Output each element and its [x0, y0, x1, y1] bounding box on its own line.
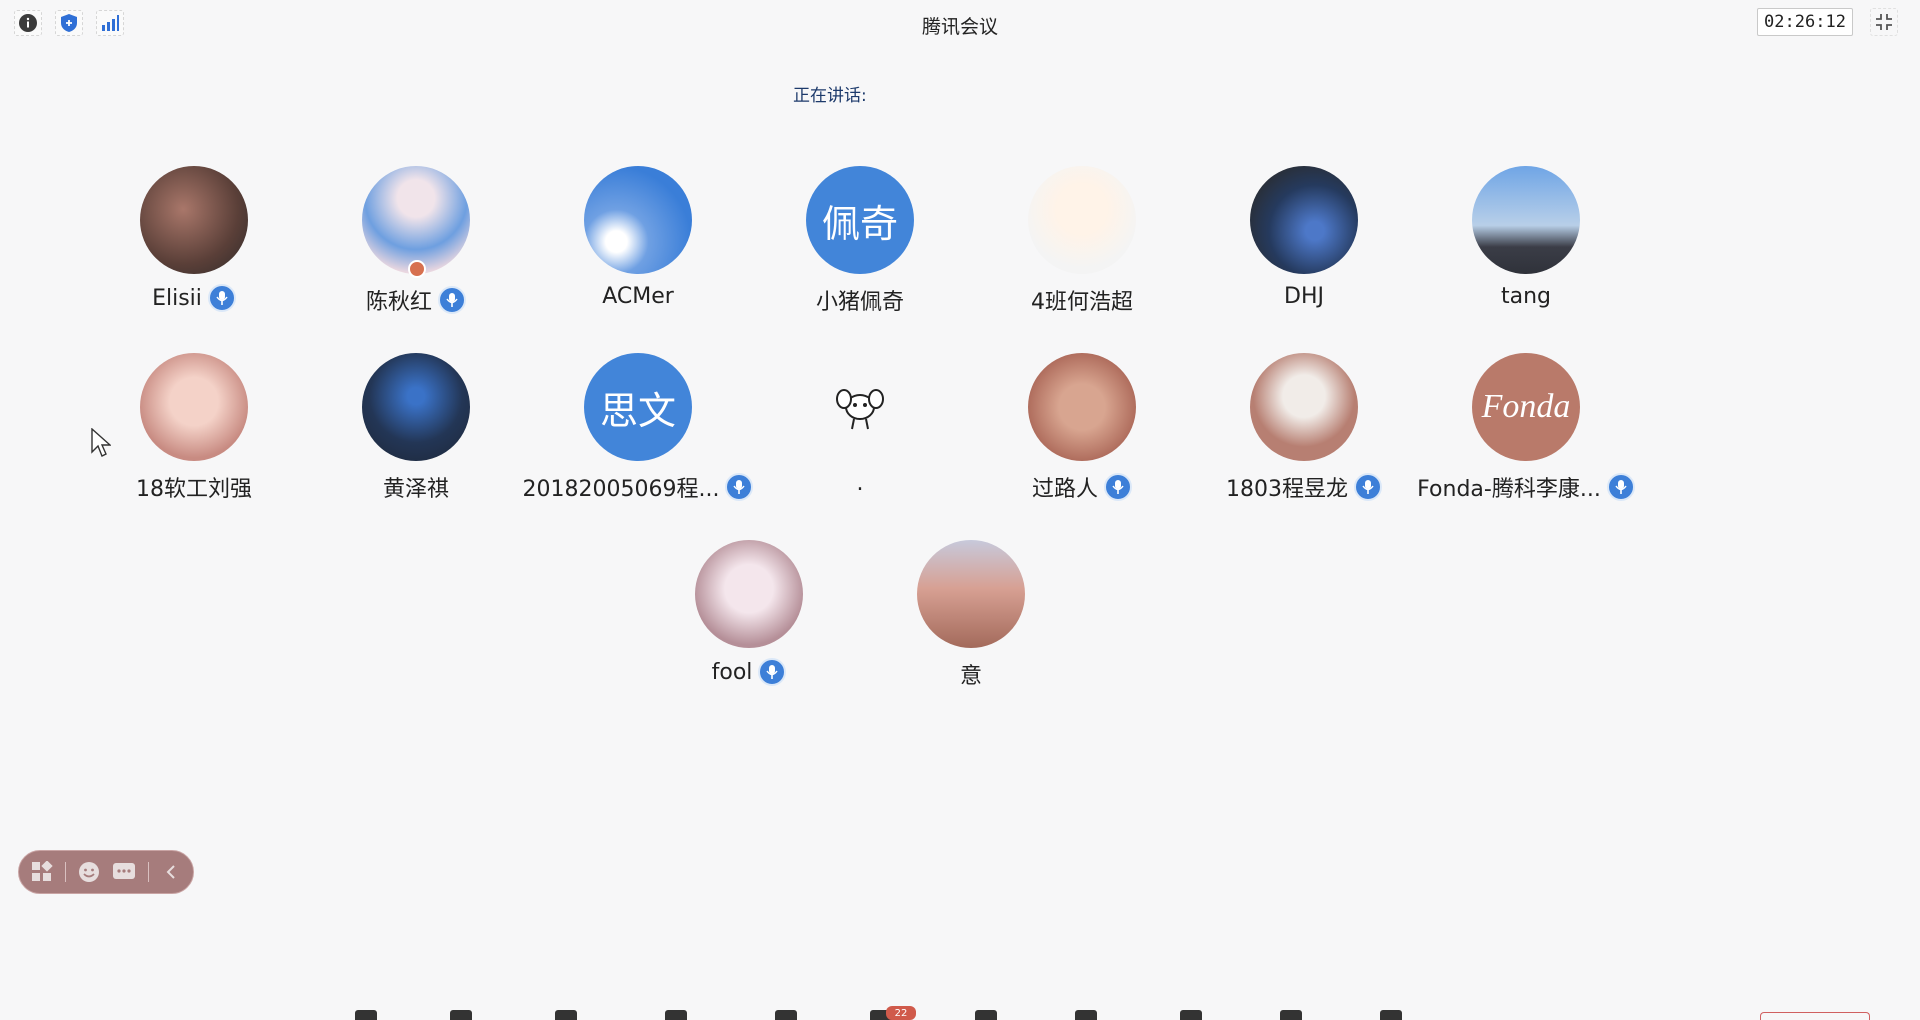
- avatar[interactable]: [362, 166, 470, 274]
- avatar[interactable]: [1028, 166, 1136, 274]
- participant-tile[interactable]: 思文 20182005069程...: [523, 353, 754, 503]
- participant-name-row: fool: [629, 658, 869, 686]
- participant-name-row: Fonda-腾科李康...: [1406, 471, 1646, 503]
- chat-icon[interactable]: [112, 859, 136, 885]
- share-screen-icon[interactable]: [555, 1010, 577, 1020]
- participant-name: 过路人: [1031, 477, 1098, 502]
- participant-name-row: 1803程昱龙: [1184, 471, 1424, 503]
- participant-tile[interactable]: 4班何浩超: [982, 166, 1182, 316]
- avatar[interactable]: 思文: [584, 353, 692, 461]
- participant-name-row: 小猪佩奇: [740, 284, 980, 316]
- toolbar-divider: [65, 862, 66, 882]
- avatar[interactable]: Fonda: [1472, 353, 1580, 461]
- participant-tile[interactable]: 佩奇 小猪佩奇: [760, 166, 960, 316]
- participant-name: 陈秋红: [365, 290, 432, 315]
- toolbar-divider: [147, 862, 149, 882]
- participant-name-row: 20182005069程...: [518, 471, 758, 503]
- participant-tile[interactable]: fool: [649, 540, 849, 690]
- layout-icon[interactable]: [1180, 1010, 1202, 1020]
- participant-name: Elisii: [152, 285, 202, 311]
- participant-name: fool: [711, 659, 753, 685]
- apps-icon[interactable]: [1075, 1010, 1097, 1020]
- mic-on-icon: [1354, 473, 1382, 501]
- host-badge-icon: [408, 260, 426, 278]
- avatar[interactable]: [1250, 166, 1358, 274]
- participant-name-row: 4班何浩超: [962, 284, 1202, 316]
- chevron-left-icon[interactable]: [161, 859, 181, 885]
- participant-name: 20182005069程...: [522, 477, 720, 502]
- participant-tile[interactable]: 陈秋红: [316, 166, 516, 316]
- end-meeting-button[interactable]: [1760, 1012, 1870, 1020]
- participant-name-row: 18软工刘强: [74, 471, 314, 503]
- mic-icon[interactable]: [355, 1010, 377, 1020]
- mic-on-icon: [758, 658, 787, 686]
- emoji-icon[interactable]: [78, 859, 100, 885]
- mic-on-icon: [207, 284, 236, 312]
- participant-tile[interactable]: .: [760, 353, 960, 503]
- app-title: 腾讯会议: [921, 16, 998, 38]
- mouse-cursor: [91, 427, 112, 462]
- participant-name-row: 意: [851, 658, 1091, 690]
- top-bar: 腾讯会议 02:26:12: [0, 0, 1920, 46]
- avatar[interactable]: [695, 540, 803, 648]
- avatar[interactable]: [1250, 353, 1358, 461]
- avatar[interactable]: [1472, 166, 1580, 274]
- speaking-indicator: 正在讲话:: [793, 86, 867, 106]
- more-icon[interactable]: [1380, 1010, 1402, 1020]
- participant-name-row: DHJ: [1184, 284, 1424, 309]
- avatar[interactable]: [140, 353, 248, 461]
- participant-name-row: ACMer: [518, 284, 758, 309]
- record-icon[interactable]: [975, 1010, 997, 1020]
- avatar[interactable]: [806, 353, 914, 461]
- participant-tile[interactable]: Fonda Fonda-腾科李康...: [1417, 353, 1635, 503]
- participant-tile[interactable]: 黄泽祺: [316, 353, 516, 503]
- meeting-timer: 02:26:12: [1757, 8, 1853, 36]
- members-icon[interactable]: [775, 1010, 797, 1020]
- grid-icon[interactable]: [31, 859, 53, 885]
- participant-name: Fonda-腾科李康...: [1417, 477, 1601, 502]
- chat-count-badge: 22: [886, 1006, 916, 1020]
- avatar[interactable]: [362, 353, 470, 461]
- participant-name: ACMer: [602, 284, 674, 309]
- invite-icon[interactable]: [665, 1010, 687, 1020]
- participant-name: 小猪佩奇: [815, 290, 904, 315]
- participant-name: 1803程昱龙: [1226, 477, 1348, 502]
- participant-tile[interactable]: 过路人: [982, 353, 1182, 503]
- participant-name-row: 过路人: [962, 471, 1202, 503]
- avatar[interactable]: [584, 166, 692, 274]
- avatar[interactable]: [140, 166, 248, 274]
- camera-icon[interactable]: [450, 1010, 472, 1020]
- avatar[interactable]: [917, 540, 1025, 648]
- mic-on-icon: [1104, 473, 1132, 501]
- floating-toolbar: [18, 850, 194, 894]
- exit-fullscreen-icon[interactable]: [1870, 8, 1898, 36]
- participant-name-row: Elisii: [74, 284, 314, 312]
- avatar[interactable]: [1028, 353, 1136, 461]
- participant-tile[interactable]: Elisii: [94, 166, 294, 316]
- participant-tile[interactable]: DHJ: [1204, 166, 1404, 316]
- participant-name-row: 陈秋红: [296, 284, 536, 316]
- participant-tile[interactable]: 18软工刘强: [94, 353, 294, 503]
- settings-icon[interactable]: [1280, 1010, 1302, 1020]
- participant-tile[interactable]: ACMer: [538, 166, 738, 316]
- participant-name: 4班何浩超: [1031, 290, 1133, 315]
- participant-name-row: .: [740, 471, 980, 496]
- participant-name: 18软工刘强: [136, 477, 252, 502]
- mic-on-icon: [438, 286, 466, 314]
- participant-tile[interactable]: tang: [1426, 166, 1626, 316]
- participant-name-row: 黄泽祺: [296, 471, 536, 503]
- participant-name: 黄泽祺: [382, 477, 449, 502]
- mic-on-icon: [1606, 473, 1635, 501]
- participant-tile[interactable]: 意: [871, 540, 1071, 690]
- participant-tile[interactable]: 1803程昱龙: [1204, 353, 1404, 503]
- participant-name: .: [856, 471, 864, 496]
- bottom-toolbar: [0, 1008, 1920, 1020]
- participant-name: tang: [1500, 284, 1551, 309]
- avatar[interactable]: 佩奇: [806, 166, 914, 274]
- participant-name: DHJ: [1284, 284, 1324, 309]
- participant-name: 意: [959, 664, 982, 689]
- participant-name-row: tang: [1406, 284, 1646, 309]
